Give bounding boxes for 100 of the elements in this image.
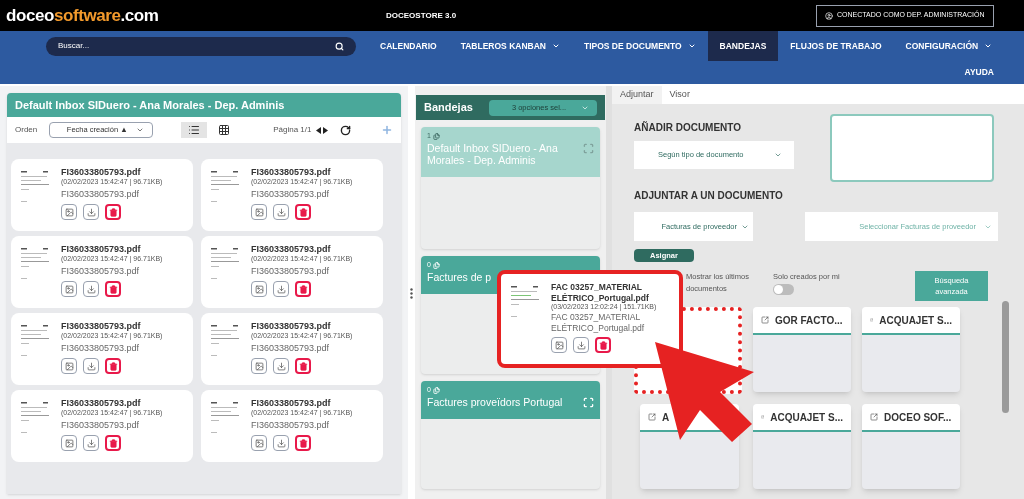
image-icon [64, 284, 74, 294]
add-icon[interactable] [381, 124, 393, 136]
document-card[interactable]: ACQUAJET S... [753, 404, 851, 489]
download-button[interactable] [83, 435, 99, 452]
external-link-icon[interactable] [761, 316, 769, 324]
next-page-icon[interactable] [322, 126, 328, 134]
document-title: A [662, 410, 670, 425]
download-icon [276, 207, 286, 217]
document-card[interactable]: DOCEO SOF... [862, 404, 960, 489]
order-label: Orden [15, 124, 38, 136]
app-title: DOCEOSTORE 3.0 [386, 9, 458, 22]
documents-icon [432, 261, 440, 269]
file-title: FI36033805793.pdf [61, 244, 142, 256]
caret-icon [136, 126, 145, 134]
trash-icon [108, 207, 118, 217]
tray-title: Factures de p [427, 270, 492, 283]
only-mine-toggle[interactable] [773, 284, 794, 296]
file-title: FI36033805793.pdf [251, 244, 332, 256]
preview-button[interactable] [251, 281, 267, 298]
preview-button[interactable] [61, 358, 77, 375]
resize-handle-icon[interactable] [410, 288, 413, 299]
delete-button[interactable] [295, 281, 311, 298]
image-icon [64, 361, 74, 371]
preview-button[interactable] [61, 204, 77, 221]
download-icon [276, 438, 286, 448]
trash-icon [298, 207, 308, 217]
preview-button[interactable] [251, 435, 267, 452]
external-link-icon[interactable] [648, 413, 656, 421]
download-icon [86, 207, 96, 217]
download-icon [576, 340, 586, 350]
nav-link[interactable]: AYUDA [952, 61, 1006, 84]
download-button[interactable] [83, 281, 99, 298]
download-button[interactable] [273, 358, 289, 375]
download-icon [86, 361, 96, 371]
document-card[interactable]: ACQUAJET S... [862, 307, 960, 392]
delete-button[interactable] [295, 204, 311, 221]
download-button[interactable] [273, 204, 289, 221]
preview-button[interactable] [61, 281, 77, 298]
search-input[interactable]: Buscar... [58, 40, 318, 52]
section-heading: ADJUNTAR A UN DOCUMENTO [634, 190, 783, 201]
preview-button[interactable] [551, 337, 567, 354]
download-button[interactable] [83, 204, 99, 221]
caret-icon [552, 42, 560, 50]
expand-icon[interactable] [583, 397, 594, 408]
list-icon [188, 124, 201, 136]
list-view-button[interactable] [181, 122, 208, 138]
file-name: FI36033805793.pdf [61, 189, 141, 201]
document-title: ACQUAJET S... [879, 313, 952, 328]
external-link-icon[interactable] [761, 413, 765, 421]
file-title: FI36033805793.pdf [251, 321, 332, 333]
section-heading: AÑADIR DOCUMENTO [634, 120, 743, 135]
logo[interactable]: doceosoftware.com [6, 2, 386, 29]
download-button[interactable] [573, 337, 589, 354]
download-button[interactable] [273, 281, 289, 298]
caret-icon [774, 151, 782, 159]
image-icon [64, 207, 74, 217]
delete-button[interactable] [295, 435, 311, 452]
trash-icon [108, 284, 118, 294]
nav-link[interactable]: TABLEROS KANBAN [448, 31, 572, 61]
refresh-icon[interactable] [339, 124, 351, 136]
expand-icon[interactable] [583, 143, 594, 154]
download-button[interactable] [83, 358, 99, 375]
tray-title: Default Inbox SIDuero - Ana Morales - Dep. Adminis [427, 141, 559, 166]
scrollbar[interactable] [1002, 301, 1009, 413]
page-indicator: Página 1/1 [273, 124, 312, 136]
search-icon [335, 41, 344, 51]
download-button[interactable] [273, 435, 289, 452]
delete-button[interactable] [105, 281, 121, 298]
nav-link[interactable]: CALENDARIO [368, 31, 449, 61]
previous-page-icon[interactable] [315, 126, 321, 134]
external-link-icon[interactable] [870, 413, 878, 421]
preview-button[interactable] [61, 435, 77, 452]
document-card[interactable]: GOR FACTO... [753, 307, 851, 392]
nav-link[interactable]: CONFIGURACIÓN [893, 31, 1005, 61]
file-name: FI36033805793.pdf [251, 266, 331, 278]
image-icon [254, 361, 264, 371]
trash-icon [298, 438, 308, 448]
delete-button[interactable] [595, 337, 611, 354]
panel-tab[interactable]: Adjuntar [612, 86, 662, 104]
nav-link[interactable]: BANDEJAS [707, 31, 779, 61]
nav-link[interactable]: FLUJOS DE TRABAJO [778, 31, 894, 61]
image-icon [254, 284, 264, 294]
drop-area[interactable] [830, 114, 994, 182]
preview-button[interactable] [251, 204, 267, 221]
external-link-icon[interactable] [870, 316, 874, 324]
file-title: FI36033805793.pdf [61, 167, 142, 179]
delete-button[interactable] [105, 358, 121, 375]
search-field[interactable]: Buscar... [46, 36, 356, 56]
download-icon [86, 438, 96, 448]
inbox-title: Default Inbox SIDuero - Ana Morales - Dep. Adminis [7, 93, 401, 117]
delete-button[interactable] [105, 435, 121, 452]
file-name: FI36033805793.pdf [61, 420, 141, 432]
delete-button[interactable] [105, 204, 121, 221]
user-icon [825, 11, 833, 20]
preview-button[interactable] [251, 358, 267, 375]
delete-button[interactable] [295, 358, 311, 375]
nav-link[interactable]: TIPOS DE DOCUMENTO [572, 31, 708, 61]
download-icon [86, 284, 96, 294]
file-title: FI36033805793.pdf [61, 321, 142, 333]
image-icon [554, 340, 564, 350]
